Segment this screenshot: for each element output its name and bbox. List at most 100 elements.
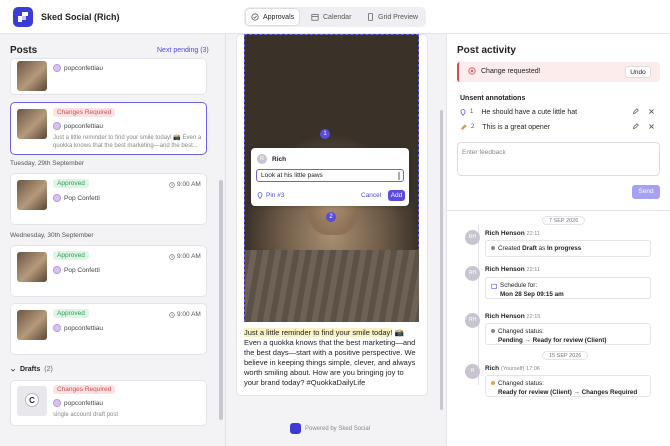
activity-title: Post activity: [457, 45, 516, 56]
post-card[interactable]: Approved 9:00 AM Pop Confetti: [10, 245, 207, 297]
post-card[interactable]: popconfettiau: [10, 58, 207, 95]
user-avatar: R: [257, 154, 267, 164]
event-as: as: [536, 245, 548, 252]
annotation-pin-2[interactable]: 2: [326, 212, 336, 222]
clock-icon: [169, 311, 175, 318]
post-card[interactable]: Approved 9:00 AM Pop Confetti: [10, 173, 207, 225]
post-thumbnail: [17, 252, 47, 282]
status-badge: Approved: [53, 309, 89, 318]
event-card: Schedule for: Mon 28 Sep 09:15 am: [485, 277, 651, 299]
account-avatar: [53, 122, 61, 130]
check-circle-icon: [251, 13, 259, 21]
post-caption: Just a little reminder to find your smil…: [244, 328, 420, 388]
status-badge: Changes Required: [53, 385, 116, 394]
event-time: 22:11: [526, 231, 540, 237]
user-avatar: R: [465, 364, 480, 379]
drafts-label: Drafts: [20, 366, 41, 373]
event-value: Pending → Ready for review (Client): [498, 337, 607, 344]
post-thumbnail: [17, 109, 47, 139]
drafts-count: (2): [44, 366, 53, 373]
tab-grid-preview[interactable]: Grid Preview: [362, 9, 423, 25]
date-heading: Tuesday, 29th September: [10, 160, 85, 167]
post-username: Pop Confetti: [64, 266, 100, 274]
author-name: Rich Henson: [485, 230, 525, 237]
annotation-row[interactable]: 1 He should have a cute little hat: [460, 105, 660, 119]
posts-scrollbar[interactable]: [219, 180, 223, 420]
tab-label: Calendar: [323, 13, 352, 21]
event-author: Rich Henson 22:11: [485, 230, 540, 237]
feedback-placeholder: Enter feedback: [462, 149, 506, 156]
draft-excerpt: single account draft post: [53, 412, 119, 418]
annotation-input[interactable]: Look at his little paws: [256, 169, 404, 182]
account-avatar: [53, 324, 61, 332]
cancel-button[interactable]: Cancel: [361, 192, 381, 199]
send-button[interactable]: Send: [632, 185, 660, 199]
tab-calendar[interactable]: Calendar: [306, 9, 356, 25]
edit-icon[interactable]: [632, 123, 639, 130]
add-button[interactable]: Add: [388, 190, 405, 201]
status-dot: [491, 329, 495, 334]
feedback-input[interactable]: Enter feedback: [457, 142, 660, 176]
tab-label: Approvals: [263, 13, 295, 21]
pin-number: Pin #3: [266, 192, 285, 199]
user-avatar: RH: [465, 230, 480, 245]
change-requested-label: Change requested!: [481, 67, 541, 75]
time-label: 9:00 AM: [177, 253, 201, 260]
edit-icon[interactable]: [632, 108, 639, 115]
app-title: Sked Social (Rich): [41, 12, 120, 22]
caption-highlight: Just a little reminder to find your smil…: [244, 328, 393, 337]
annotation-text: This is a great opener: [482, 123, 551, 131]
undo-button[interactable]: Undo: [625, 66, 651, 78]
map-pin-icon: [460, 108, 466, 116]
calendar-check-icon: [491, 283, 497, 289]
phone-icon: [368, 13, 373, 21]
chevron-down-icon: [10, 368, 16, 371]
time-label: 9:00 AM: [177, 311, 201, 318]
draft-card[interactable]: C Changes Required popconfettiau single …: [10, 380, 207, 426]
sked-logo[interactable]: [13, 7, 33, 27]
annotation-pin-1[interactable]: 1: [320, 129, 330, 139]
event-author: Rich Henson 22:11: [485, 266, 540, 273]
time-label: 9:00 AM: [177, 181, 201, 188]
post-time: 9:00 AM: [169, 253, 201, 260]
next-pending-link[interactable]: Next pending (3): [157, 47, 209, 54]
draft-letter-badge: C: [25, 393, 39, 407]
event-value: Ready for review (Client) → Changes Requ…: [498, 389, 638, 396]
powered-label: Powered by Sked Social: [305, 425, 371, 432]
tab-approvals[interactable]: Approvals: [246, 9, 300, 25]
event-card: Created Draft as In progress: [485, 240, 651, 257]
post-thumbnail: [17, 180, 47, 210]
status-badge: Approved: [53, 179, 89, 188]
post-time: 9:00 AM: [169, 181, 201, 188]
user-avatar: RH: [465, 266, 480, 281]
annotation-popup: R Rich Look at his little paws Pin #3 Ca…: [251, 148, 409, 206]
preview-scrollbar[interactable]: [440, 110, 443, 410]
author-name: Rich Henson: [485, 266, 525, 273]
annotation-number: 2: [471, 124, 475, 130]
event-card: Changed status: Pending → Ready for revi…: [485, 323, 651, 345]
post-card[interactable]: Approved 9:00 AM popconfettiau: [10, 303, 207, 355]
account-avatar: [53, 64, 61, 72]
close-icon[interactable]: [648, 123, 655, 130]
event-you: (Yourself): [500, 366, 525, 372]
pencil-icon: [461, 123, 467, 130]
annotation-input-value: Look at his little paws: [261, 172, 323, 179]
post-thumbnail: [17, 61, 47, 91]
status-dot: [491, 381, 495, 386]
drafts-toggle[interactable]: Drafts (2): [10, 366, 53, 373]
draft-thumbnail: C: [17, 386, 47, 416]
account-avatar: [53, 194, 61, 202]
event-time: 17:06: [526, 366, 540, 372]
annotation-row[interactable]: 2 This is a great opener: [460, 120, 660, 134]
event-label: Schedule for:: [500, 282, 538, 289]
pin-label: Pin #3: [257, 192, 284, 199]
wood-floor: [245, 250, 419, 322]
post-username: popconfettiau: [64, 399, 104, 407]
post-card-selected[interactable]: Changes Required popconfettiau Just a li…: [10, 102, 207, 155]
post-thumbnail: [17, 310, 47, 340]
input-scroll: [398, 172, 400, 180]
status-badge: Approved: [53, 251, 89, 260]
user-avatar: RH: [465, 313, 480, 328]
close-icon[interactable]: [648, 108, 655, 115]
event-author: Rich (Yourself) 17:06: [485, 365, 540, 372]
